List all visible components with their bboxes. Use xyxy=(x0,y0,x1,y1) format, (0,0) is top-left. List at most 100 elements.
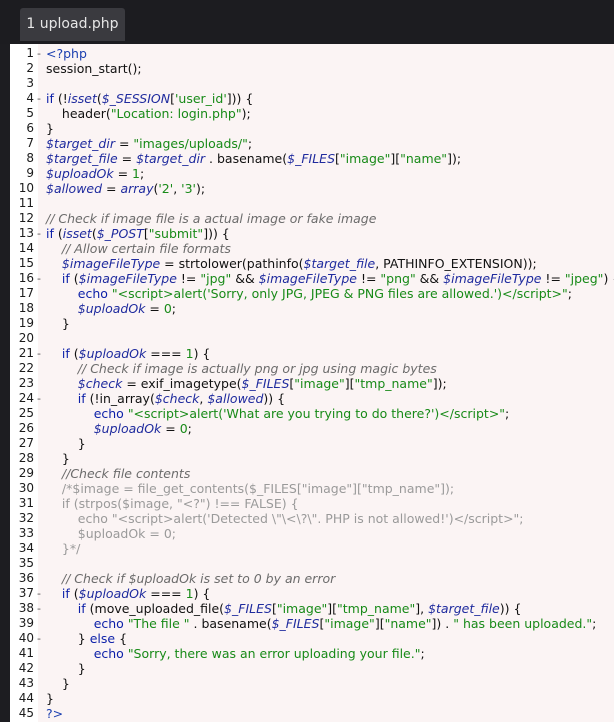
code-text: header("Location: login.php"); xyxy=(46,106,251,121)
code-line: 19 } xyxy=(10,316,614,331)
code-text: $allowed = array('2', '3'); xyxy=(46,181,206,196)
line-number: 45 xyxy=(18,706,34,720)
code-text: echo "<script>alert('Sorry, only JPG, JP… xyxy=(77,286,572,301)
code-text: echo "<script>alert('Detected \"\<\?\". … xyxy=(77,511,524,526)
code-line: 43 } xyxy=(10,676,614,691)
code-text: $imageFileType = strtolower(pathinfo($ta… xyxy=(61,256,537,271)
line-number: 16 xyxy=(18,271,34,285)
code-text: $uploadOk = 0; xyxy=(77,526,176,541)
code-line: 32 echo "<script>alert('Detected \"\<\?\… xyxy=(10,511,614,526)
code-line: 40- } else { xyxy=(10,631,614,646)
line-number: 19 xyxy=(18,316,34,330)
line-number: 28 xyxy=(18,451,34,465)
line-number: 29 xyxy=(18,466,34,480)
line-number: 7 xyxy=(26,136,34,150)
code-text: } else { xyxy=(46,631,128,646)
line-number: 8 xyxy=(26,151,34,165)
code-line: 14 // Allow certain file formats xyxy=(10,241,614,256)
code-text: if (!isset($_SESSION['user_id'])) { xyxy=(46,91,254,106)
line-number: 1 xyxy=(26,46,34,60)
code-line: 29 //Check file contents xyxy=(10,466,614,481)
code-line: 4- if (!isset($_SESSION['user_id'])) { xyxy=(10,91,614,106)
code-text: // Check if $uploadOk is set to 0 by an … xyxy=(61,571,336,586)
fold-toggle-icon[interactable]: - xyxy=(37,46,45,61)
code-text: <?php xyxy=(46,46,87,61)
code-line: 5 header("Location: login.php"); xyxy=(10,106,614,121)
line-number: 27 xyxy=(18,436,34,450)
code-line: 34 }*/ xyxy=(10,541,614,556)
line-number: 17 xyxy=(18,286,34,300)
code-line: 44} xyxy=(10,691,614,706)
code-line: 28 } xyxy=(10,451,614,466)
code-text: } xyxy=(46,451,70,466)
code-text: $target_file = $target_dir . basename($_… xyxy=(46,151,462,166)
code-line: 13- if (isset($_POST["submit"])) { xyxy=(10,226,614,241)
code-line: 10 $allowed = array('2', '3'); xyxy=(10,181,614,196)
line-number: 32 xyxy=(18,511,34,525)
line-number: 41 xyxy=(18,646,34,660)
code-text: if ($uploadOk === 1) { xyxy=(61,586,211,601)
code-line: 41 echo "Sorry, there was an error uploa… xyxy=(10,646,614,661)
line-number: 13 xyxy=(18,226,34,240)
line-number: 33 xyxy=(18,526,34,540)
code-line: 25 echo "<script>alert('What are you try… xyxy=(10,406,614,421)
line-number: 38 xyxy=(18,601,34,615)
tab-bar: 1 upload.php xyxy=(0,0,614,44)
line-number: 22 xyxy=(18,361,34,375)
code-line: 33 $uploadOk = 0; xyxy=(10,526,614,541)
fold-toggle-icon[interactable]: - xyxy=(37,271,45,286)
code-text: if (isset($_POST["submit"])) { xyxy=(46,226,230,241)
code-text: /*$image = file_get_contents($_FILES["im… xyxy=(61,481,455,496)
tab-upload-php[interactable]: 1 upload.php xyxy=(20,8,125,41)
line-number: 12 xyxy=(18,211,34,225)
code-line: 36 // Check if $uploadOk is set to 0 by … xyxy=(10,571,614,586)
code-line: 22 // Check if image is actually png or … xyxy=(10,361,614,376)
code-text: $uploadOk = 1; xyxy=(46,166,145,181)
code-line: 38- if (move_uploaded_file($_FILES["imag… xyxy=(10,601,614,616)
code-line: 23 $check = exif_imagetype($_FILES["imag… xyxy=(10,376,614,391)
code-line: 11 xyxy=(10,196,614,211)
code-text: ?> xyxy=(46,706,64,721)
fold-toggle-icon[interactable]: - xyxy=(37,631,45,646)
line-number: 4 xyxy=(26,91,34,105)
code-line: 26 $uploadOk = 0; xyxy=(10,421,614,436)
line-number: 26 xyxy=(18,421,34,435)
line-number: 42 xyxy=(18,661,34,675)
line-number: 34 xyxy=(18,541,34,555)
line-number: 5 xyxy=(26,106,34,120)
code-text: }*/ xyxy=(61,541,81,556)
code-text: echo "Sorry, there was an error uploadin… xyxy=(93,646,425,661)
line-number: 25 xyxy=(18,406,34,420)
line-number: 36 xyxy=(18,571,34,585)
fold-toggle-icon[interactable]: - xyxy=(37,586,45,601)
code-line: 31 if (strpos($image, "<?") !== FALSE) { xyxy=(10,496,614,511)
code-line: 45 ?> xyxy=(10,706,614,721)
code-line: 2 session_start(); xyxy=(10,61,614,76)
code-line: 24- if (!in_array($check, $allowed)) { xyxy=(10,391,614,406)
line-number: 3 xyxy=(26,76,34,90)
fold-toggle-icon[interactable]: - xyxy=(37,391,45,406)
code-line: 42 } xyxy=(10,661,614,676)
line-number: 21 xyxy=(18,346,34,360)
fold-toggle-icon[interactable]: - xyxy=(37,346,45,361)
code-line: 3 xyxy=(10,76,614,91)
code-line: 21- if ($uploadOk === 1) { xyxy=(10,346,614,361)
line-number: 23 xyxy=(18,376,34,390)
code-line: 35 xyxy=(10,556,614,571)
line-number: 2 xyxy=(26,61,34,75)
code-line: 16- if ($imageFileType != "jpg" && $imag… xyxy=(10,271,614,286)
fold-toggle-icon[interactable]: - xyxy=(37,91,45,106)
fold-toggle-icon[interactable]: - xyxy=(37,226,45,241)
code-line: 8 $target_file = $target_dir . basename($… xyxy=(10,151,614,166)
line-number: 14 xyxy=(18,241,34,255)
line-number: 44 xyxy=(18,691,34,705)
fold-toggle-icon[interactable]: - xyxy=(37,601,45,616)
code-text: echo "The file " . basename($_FILES["ima… xyxy=(93,616,597,631)
code-text: if (strpos($image, "<?") !== FALSE) { xyxy=(61,496,299,511)
code-text: // Check if image is actually png or jpg… xyxy=(77,361,437,376)
code-line: 6} xyxy=(10,121,614,136)
code-text: } xyxy=(46,676,70,691)
code-text: //Check file contents xyxy=(61,466,191,481)
code-text: } xyxy=(46,661,86,676)
code-editor[interactable]: 1- <?php 2 session_start(); 3 4- if (!isset($_… xyxy=(10,44,614,722)
